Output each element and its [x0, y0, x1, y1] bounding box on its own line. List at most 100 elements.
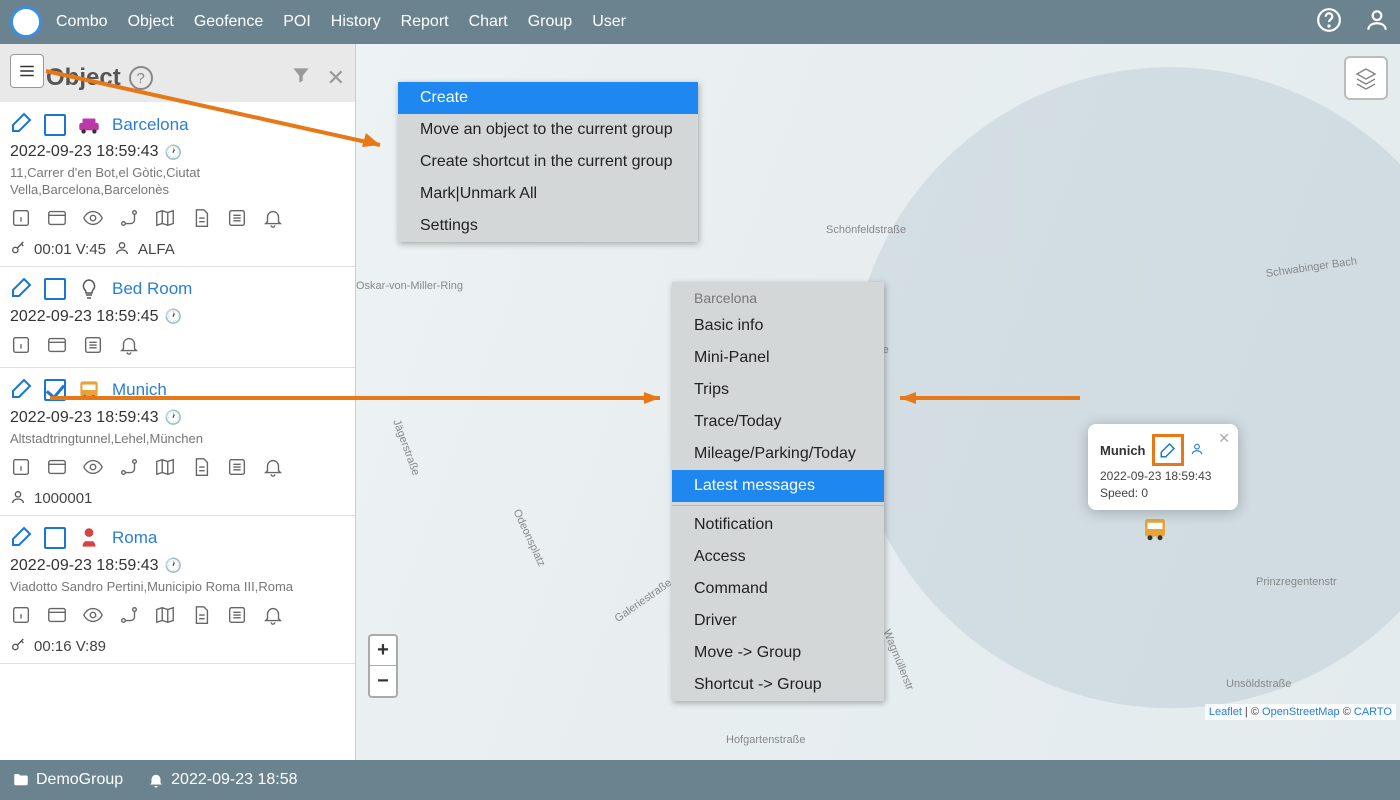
zoom-in-button[interactable]: + — [370, 636, 396, 666]
list-icon[interactable] — [226, 207, 248, 234]
clock-icon: 🕐 — [165, 409, 182, 426]
top-nav: Combo Object Geofence POI History Report… — [0, 0, 1400, 44]
carto-link[interactable]: CARTO — [1354, 706, 1392, 718]
context-menu-create: Create Move an object to the current gro… — [398, 82, 698, 242]
menu-item-driver[interactable]: Driver — [672, 605, 884, 637]
nav-object[interactable]: Object — [128, 13, 174, 31]
bulb-icon — [76, 276, 102, 302]
menu-item-basic-info[interactable]: Basic info — [672, 310, 884, 342]
popup-close-icon[interactable]: ✕ — [1218, 430, 1230, 447]
street-label: Hofgartenstraße — [726, 734, 805, 746]
edit-icon[interactable] — [10, 275, 34, 304]
person-icon — [10, 489, 26, 509]
nav-history[interactable]: History — [331, 13, 381, 31]
menu-item-mini-panel[interactable]: Mini-Panel — [672, 342, 884, 374]
menu-item-trace-today[interactable]: Trace/Today — [672, 406, 884, 438]
action-icons — [10, 207, 345, 234]
edit-icon[interactable] — [10, 376, 34, 405]
menu-item-shortcut-group[interactable]: Shortcut -> Group — [672, 669, 884, 701]
annotation-arrow — [40, 65, 410, 165]
edit-icon[interactable] — [10, 110, 34, 139]
annotation-arrow — [890, 390, 1090, 410]
panel-icon[interactable] — [46, 604, 68, 631]
nav-chart[interactable]: Chart — [469, 13, 508, 31]
menu-item-notification[interactable]: Notification — [672, 509, 884, 541]
nav-group[interactable]: Group — [528, 13, 572, 31]
panel-icon[interactable] — [46, 207, 68, 234]
info-icon[interactable] — [10, 456, 32, 483]
person-icon — [114, 240, 130, 260]
context-menu-object: Barcelona Basic info Mini-Panel Trips Tr… — [672, 282, 884, 701]
popup-user-icon — [1190, 442, 1204, 459]
bell-icon[interactable] — [262, 456, 284, 483]
doc-icon[interactable] — [190, 456, 212, 483]
info-icon[interactable] — [10, 604, 32, 631]
menu-item-command[interactable]: Command — [672, 573, 884, 605]
list-icon[interactable] — [226, 604, 248, 631]
map-icon[interactable] — [154, 207, 176, 234]
popup-edit-icon-highlighted[interactable] — [1152, 434, 1184, 466]
info-icon[interactable] — [10, 334, 32, 361]
layers-button[interactable] — [1344, 56, 1388, 100]
menu-item-create[interactable]: Create — [398, 82, 698, 114]
help-icon[interactable] — [1316, 7, 1342, 38]
eye-icon[interactable] — [82, 456, 104, 483]
eye-icon[interactable] — [82, 207, 104, 234]
checkbox[interactable] — [44, 278, 66, 300]
hamburger-button[interactable] — [10, 54, 44, 88]
checkbox[interactable] — [44, 527, 66, 549]
route-icon[interactable] — [118, 604, 140, 631]
doc-icon[interactable] — [190, 604, 212, 631]
menu-separator — [672, 505, 884, 506]
zoom-control: + − — [368, 634, 398, 698]
footer-group[interactable]: DemoGroup — [12, 771, 123, 789]
user-icon[interactable] — [1364, 7, 1390, 38]
timestamp: 2022-09-23 18:59:43🕐 — [10, 409, 345, 427]
menu-item-settings[interactable]: Settings — [398, 210, 698, 242]
nav-report[interactable]: Report — [401, 13, 449, 31]
footer-bar: DemoGroup 2022-09-23 18:58 — [0, 760, 1400, 800]
osm-link[interactable]: OpenStreetMap — [1262, 706, 1340, 718]
menu-item-trips[interactable]: Trips — [672, 374, 884, 406]
menu-item-move-group[interactable]: Move -> Group — [672, 637, 884, 669]
menu-item-create-shortcut[interactable]: Create shortcut in the current group — [398, 146, 698, 178]
menu-item-move-object[interactable]: Move an object to the current group — [398, 114, 698, 146]
bell-icon[interactable] — [262, 207, 284, 234]
map-icon[interactable] — [154, 604, 176, 631]
list-icon[interactable] — [82, 334, 104, 361]
nav-poi[interactable]: POI — [283, 13, 311, 31]
menu-item-mileage-parking[interactable]: Mileage/Parking/Today — [672, 438, 884, 470]
nav-combo[interactable]: Combo — [56, 13, 108, 31]
leaflet-link[interactable]: Leaflet — [1209, 706, 1242, 718]
zoom-out-button[interactable]: − — [370, 666, 396, 696]
street-label: Unsöldstraße — [1226, 678, 1291, 690]
popup-timestamp: 2022-09-23 18:59:43 — [1100, 469, 1224, 483]
route-icon[interactable] — [118, 207, 140, 234]
route-icon[interactable] — [118, 456, 140, 483]
address: Viadotto Sandro Pertini,Municipio Roma I… — [10, 579, 345, 596]
nav-user[interactable]: User — [592, 13, 626, 31]
action-icons — [10, 604, 345, 631]
menu-item-mark-all[interactable]: Mark|Unmark All — [398, 178, 698, 210]
object-name[interactable]: Bed Room — [112, 279, 192, 299]
extra-info: 00:01 V:45 ALFA — [10, 240, 345, 260]
nav-geofence[interactable]: Geofence — [194, 13, 263, 31]
eye-icon[interactable] — [82, 604, 104, 631]
panel-icon[interactable] — [46, 334, 68, 361]
bell-icon[interactable] — [118, 334, 140, 361]
app-logo[interactable] — [10, 6, 42, 38]
panel-icon[interactable] — [46, 456, 68, 483]
menu-item-latest-messages[interactable]: Latest messages — [672, 470, 884, 502]
key-icon — [10, 240, 26, 260]
doc-icon[interactable] — [190, 207, 212, 234]
menu-item-access[interactable]: Access — [672, 541, 884, 573]
info-icon[interactable] — [10, 207, 32, 234]
menu-heading: Barcelona — [672, 282, 884, 310]
extra-info: 1000001 — [10, 489, 345, 509]
map-icon[interactable] — [154, 456, 176, 483]
list-icon[interactable] — [226, 456, 248, 483]
object-name[interactable]: Roma — [112, 528, 157, 548]
clock-icon: 🕐 — [165, 557, 182, 574]
edit-icon[interactable] — [10, 524, 34, 553]
bell-icon[interactable] — [262, 604, 284, 631]
